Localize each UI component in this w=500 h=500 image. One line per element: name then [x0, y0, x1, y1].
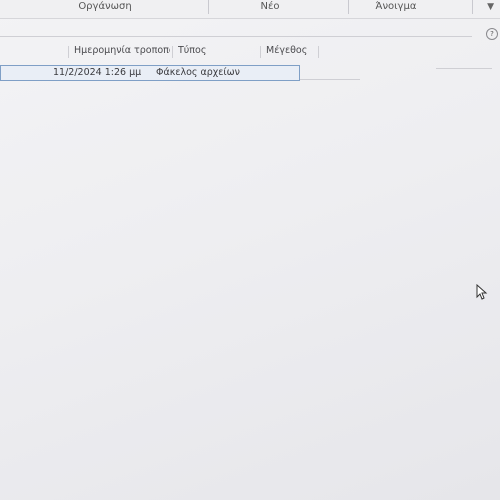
ribbon-separator [472, 0, 473, 14]
ribbon-separator [348, 0, 349, 14]
column-separator[interactable] [260, 46, 261, 58]
row-size-cell [251, 66, 291, 80]
column-header-row: Ημερομηνία τροποποί... Τύπος Μέγεθος [0, 44, 330, 60]
ribbon-group-label: Οργάνωση [78, 1, 132, 12]
ribbon-group-open[interactable]: Άνοιγμα [368, 0, 424, 17]
column-header-type[interactable]: Τύπος [178, 44, 254, 60]
help-icon[interactable]: ? [486, 28, 498, 40]
ribbon-group-label: Νέο [260, 1, 280, 12]
column-separator[interactable] [68, 46, 69, 58]
column-separator[interactable] [318, 46, 319, 58]
column-header-date[interactable]: Ημερομηνία τροποποί... [74, 44, 170, 60]
address-bar[interactable] [0, 22, 472, 37]
ribbon-group-new[interactable]: Νέο [250, 0, 290, 17]
table-row[interactable]: 11/2/2024 1:26 μμ Φάκελος αρχείων [0, 65, 300, 81]
mouse-pointer-icon [476, 284, 488, 300]
column-separator[interactable] [172, 46, 173, 58]
pane-divider [300, 79, 360, 80]
row-type-cell: Φάκελος αρχείων [156, 67, 240, 78]
ribbon-separator [208, 0, 209, 14]
row-date-cell: 11/2/2024 1:26 μμ [53, 67, 142, 78]
pane-divider [436, 68, 492, 69]
ribbon-group-label: Άνοιγμα [375, 1, 417, 12]
column-header-size[interactable]: Μέγεθος [266, 44, 318, 60]
chevron-down-icon[interactable]: ▼ [487, 2, 494, 12]
ribbon-group-organize[interactable]: Οργάνωση [60, 0, 150, 17]
ribbon: Οργάνωση Νέο Άνοιγμα ▼ [0, 0, 500, 19]
